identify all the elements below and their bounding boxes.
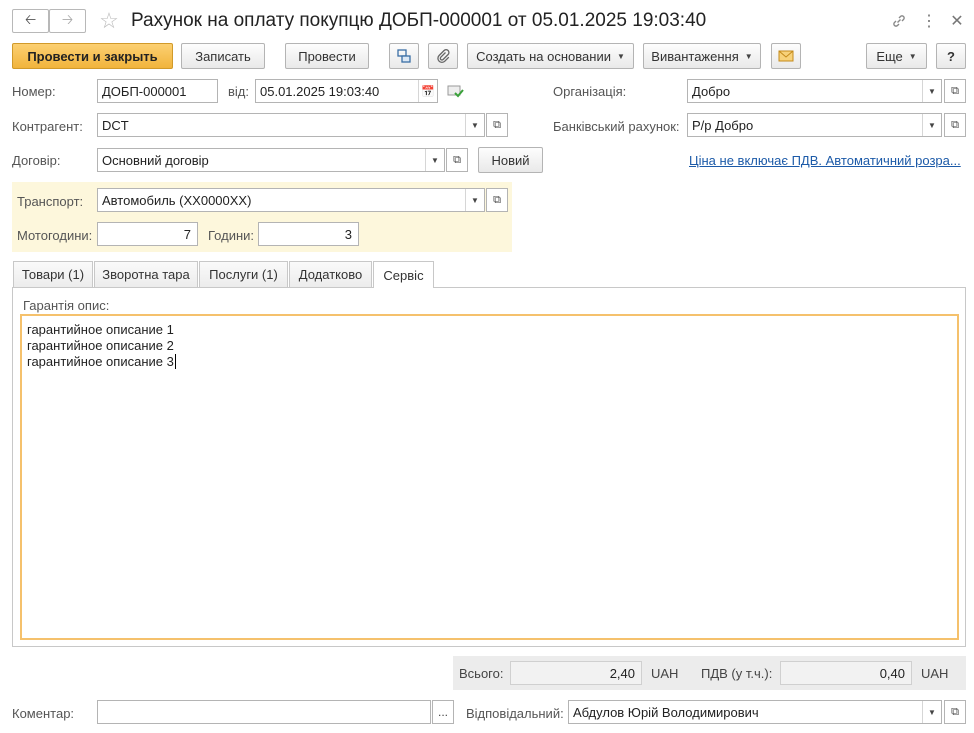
total-currency: UAH <box>651 666 679 681</box>
unload-label: Вивантаження <box>651 48 739 64</box>
warranty-label: Гарантія опис: <box>23 298 110 313</box>
contract-label: Договір: <box>12 153 61 168</box>
chevron-down-icon[interactable]: ▼ <box>922 114 941 136</box>
warranty-line-text: гарантийное описание 3 <box>27 354 174 369</box>
transport-field[interactable]: Автомобиль (ХХ0000ХХ) ▼ <box>97 188 485 212</box>
number-field[interactable]: ДОБП-000001 <box>97 79 218 103</box>
responsible-label: Відповідальний: <box>466 706 564 721</box>
text-cursor: ​ <box>174 354 176 369</box>
contract-field[interactable]: Основний договір ▼ <box>97 148 445 172</box>
comment-field[interactable] <box>97 700 431 724</box>
arrow-left-icon: 🡠 <box>24 11 37 27</box>
save-button[interactable]: Записать <box>181 43 265 69</box>
contractor-label: Контрагент: <box>12 119 83 134</box>
tab-additional[interactable]: Додатково <box>289 261 372 287</box>
page-title: Рахунок на оплату покупцю ДОБП-000001 от… <box>131 10 707 31</box>
comment-label: Коментар: <box>12 706 75 721</box>
organization-label: Організація: <box>553 84 627 99</box>
date-field[interactable]: 05.01.2025 19:03:40 📅 <box>255 79 438 103</box>
attach-button[interactable] <box>428 43 458 69</box>
tab-service[interactable]: Сервіс <box>373 261 434 288</box>
organization-open-button[interactable]: ⧉ <box>944 79 966 103</box>
contractor-open-button[interactable]: ⧉ <box>486 113 508 137</box>
link-icon[interactable] <box>888 10 910 32</box>
chevron-down-icon[interactable]: ▼ <box>922 701 941 723</box>
vat-field: 0,40 <box>780 661 912 685</box>
open-icon: ⧉ <box>951 705 959 718</box>
help-button[interactable]: ? <box>936 43 966 69</box>
vat-settings-link[interactable]: Ціна не включає ПДВ. Автоматичний розра.… <box>689 153 961 168</box>
moto-hours-label: Мотогодини: <box>17 228 93 243</box>
star-icon[interactable]: ☆ <box>96 7 122 35</box>
date-from-label: від: <box>228 84 249 99</box>
responsible-value: Абдулов Юрій Володимирович <box>573 704 759 720</box>
chevron-down-icon: ▼ <box>744 51 753 61</box>
forward-button[interactable]: 🡢 <box>49 9 86 33</box>
responsible-field[interactable]: Абдулов Юрій Володимирович ▼ <box>568 700 942 724</box>
open-icon: ⧉ <box>493 193 501 206</box>
unload-button[interactable]: Вивантаження ▼ <box>643 43 761 69</box>
create-based-on-button[interactable]: Создать на основании ▼ <box>467 43 634 69</box>
chevron-down-icon[interactable]: ▼ <box>425 149 444 171</box>
structure-icon <box>397 49 411 63</box>
post-button[interactable]: Провести <box>285 43 369 69</box>
more-label: Еще <box>876 48 903 64</box>
vat-label: ПДВ (у т.ч.): <box>701 666 773 681</box>
comment-expand-button[interactable]: ... <box>432 700 454 724</box>
organization-value: Добро <box>692 83 731 99</box>
warranty-line: гарантийное описание 2 <box>27 338 174 353</box>
transport-value: Автомобиль (ХХ0000ХХ) <box>102 192 252 208</box>
arrow-right-icon: 🡢 <box>61 11 74 27</box>
number-label: Номер: <box>12 84 56 99</box>
warranty-text-area[interactable]: гарантийное описание 1 гарантийное описа… <box>20 314 959 640</box>
open-icon: ⧉ <box>453 153 461 166</box>
hours-field[interactable]: 3 <box>258 222 359 246</box>
create-based-on-label: Создать на основании <box>476 48 611 64</box>
tab-services[interactable]: Послуги (1) <box>199 261 288 287</box>
contractor-field[interactable]: DCT ▼ <box>97 113 485 137</box>
posted-status-icon <box>447 83 467 101</box>
bank-account-label: Банківський рахунок: <box>553 119 680 134</box>
contract-open-button[interactable]: ⧉ <box>446 148 468 172</box>
open-icon: ⧉ <box>951 118 959 131</box>
responsible-open-button[interactable]: ⧉ <box>944 700 966 724</box>
warranty-line: гарантийное описание 3​ <box>27 354 952 370</box>
hours-label: Години: <box>208 228 255 243</box>
warranty-line: гарантийное описание 1 <box>27 322 174 337</box>
total-field: 2,40 <box>510 661 642 685</box>
paperclip-icon <box>437 49 450 64</box>
bank-account-value: Р/р Добро <box>692 117 754 133</box>
open-icon: ⧉ <box>951 84 959 97</box>
more-vertical-icon[interactable]: ⋮ <box>918 10 940 32</box>
tab-returnable-packaging[interactable]: Зворотна тара <box>94 261 198 287</box>
chevron-down-icon: ▼ <box>908 51 917 61</box>
total-label: Всього: <box>459 666 504 681</box>
open-icon: ⧉ <box>493 118 501 131</box>
structure-button[interactable] <box>389 43 419 69</box>
envelope-icon <box>778 50 794 62</box>
bank-account-field[interactable]: Р/р Добро ▼ <box>687 113 942 137</box>
new-contract-button[interactable]: Новий <box>478 147 543 173</box>
vat-currency: UAH <box>921 666 949 681</box>
transport-open-button[interactable]: ⧉ <box>486 188 508 212</box>
chevron-down-icon[interactable]: ▼ <box>465 189 484 211</box>
contractor-value: DCT <box>102 117 129 133</box>
post-and-close-button[interactable]: Провести и закрыть <box>12 43 173 69</box>
calendar-icon[interactable]: 📅 <box>418 80 437 102</box>
chevron-down-icon[interactable]: ▼ <box>465 114 484 136</box>
chevron-down-icon[interactable]: ▼ <box>922 80 941 102</box>
back-button[interactable]: 🡠 <box>12 9 49 33</box>
chevron-down-icon: ▼ <box>616 51 625 61</box>
tab-goods[interactable]: Товари (1) <box>13 261 93 287</box>
transport-label: Транспорт: <box>17 194 84 209</box>
ellipsis-icon: ... <box>437 705 448 719</box>
close-icon[interactable]: ✕ <box>946 10 968 32</box>
contract-value: Основний договір <box>102 152 209 168</box>
bank-account-open-button[interactable]: ⧉ <box>944 113 966 137</box>
email-button[interactable] <box>771 43 801 69</box>
date-value: 05.01.2025 19:03:40 <box>260 83 380 99</box>
more-button[interactable]: Еще ▼ <box>866 43 927 69</box>
moto-hours-field[interactable]: 7 <box>97 222 198 246</box>
organization-field[interactable]: Добро ▼ <box>687 79 942 103</box>
